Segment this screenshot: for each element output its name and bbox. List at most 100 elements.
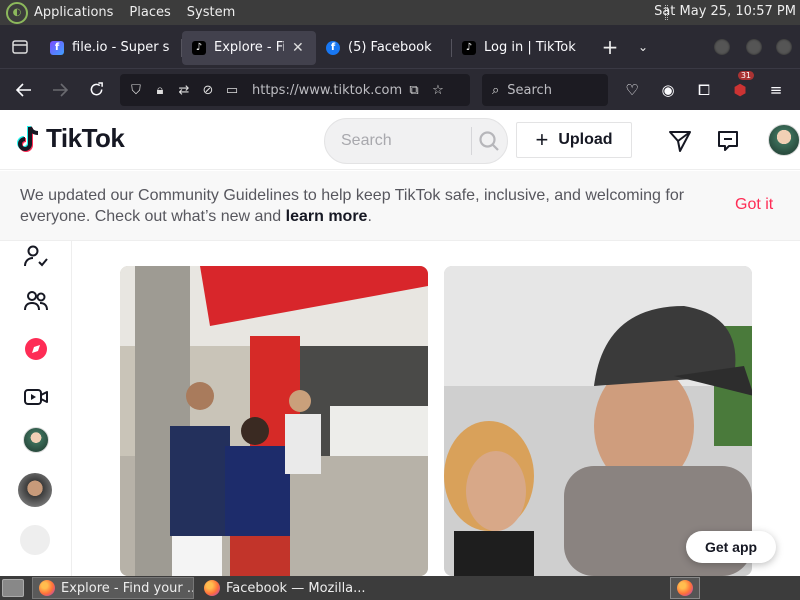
logo-text: TikTok	[46, 123, 125, 153]
video-thumbnail	[444, 266, 752, 576]
person-follow-icon	[24, 245, 48, 267]
get-app-button[interactable]: Get app	[686, 531, 776, 563]
sidebar-nav	[0, 241, 72, 576]
got-it-button[interactable]: Got it	[735, 196, 773, 214]
banner-suffix: .	[367, 208, 372, 225]
ublock-badge: 31	[737, 71, 754, 80]
pocket-button[interactable]: ♡	[614, 74, 650, 106]
facebook-icon: f	[326, 40, 340, 55]
navigation-toolbar: ⛉ 🔒︎ ⇄ ⊘ ▭ https://www.tiktok.com ⧉ ☆ ⌕ …	[0, 68, 800, 110]
hamburger-icon: ≡	[769, 81, 783, 99]
tiktok-search-button[interactable]	[472, 130, 507, 152]
workspace-switcher[interactable]	[670, 577, 700, 599]
tab-strip: f file.io - Super s ♪ Explore - Find ✕ f…	[0, 25, 800, 68]
sidebar-item-profile[interactable]	[23, 427, 49, 453]
compass-icon	[25, 338, 47, 360]
gnome-menu-icon[interactable]: ◐	[6, 1, 28, 24]
search-bar[interactable]: ⌕ Search	[482, 74, 608, 106]
close-window-icon[interactable]	[776, 39, 792, 55]
shield-icon[interactable]: ⛉	[124, 83, 148, 98]
fileio-icon: f	[50, 40, 64, 55]
bookmark-star-icon[interactable]: ☆	[426, 83, 450, 98]
video-card[interactable]	[120, 266, 428, 576]
maximize-window-icon[interactable]	[746, 39, 762, 55]
tracking-blocked-icon[interactable]: ⊘	[196, 83, 220, 98]
sidebar-item-explore[interactable]	[20, 333, 52, 365]
extensions-button[interactable]: ⧠	[686, 74, 722, 106]
places-menu[interactable]: Places	[129, 5, 170, 20]
tab-fileio[interactable]: f file.io - Super s	[40, 31, 182, 65]
list-all-tabs-button[interactable]: ⌄	[628, 40, 658, 54]
new-tab-button[interactable]: +	[592, 35, 628, 59]
toolbar-icons: ♡ ◉ ⧠ ⬢ 31 ≡	[614, 71, 794, 106]
ublock-icon: ⬢	[733, 81, 747, 99]
forward-arrow-icon	[53, 82, 68, 97]
lock-icon[interactable]: 🔒︎	[148, 83, 172, 98]
firefox-icon	[39, 580, 55, 596]
reload-button[interactable]	[78, 74, 114, 106]
tab-explore-tiktok[interactable]: ♪ Explore - Find ✕	[182, 30, 316, 65]
tiktok-search-input[interactable]	[341, 132, 471, 150]
firefox-view-button[interactable]	[0, 25, 40, 68]
more-accounts-avatar[interactable]	[20, 525, 50, 555]
live-video-icon	[24, 389, 48, 405]
url-text[interactable]: https://www.tiktok.com	[252, 83, 402, 98]
back-button[interactable]	[6, 74, 42, 106]
friends-icon	[24, 291, 48, 311]
search-icon	[479, 131, 500, 151]
paper-plane-icon	[669, 131, 691, 152]
video-thumbnail	[120, 266, 428, 576]
minimize-window-icon[interactable]	[714, 39, 730, 55]
tab-tiktok-login[interactable]: ♪ Log in | TikTok	[452, 31, 592, 65]
search-placeholder: Search	[507, 82, 552, 98]
clock[interactable]: Sat May 25, 10:57 PM	[654, 4, 796, 19]
tab-facebook[interactable]: f (5) Facebook	[316, 31, 452, 65]
banner-message: We updated our Community Guidelines to h…	[20, 185, 720, 227]
sidebar-item-friends[interactable]	[20, 285, 52, 317]
upload-label: Upload	[558, 131, 613, 148]
suggested-account-avatar[interactable]	[18, 473, 52, 507]
upload-button[interactable]: + Upload	[516, 122, 632, 158]
tab-title: Explore - Find	[214, 40, 284, 55]
puzzle-icon: ⧠	[697, 81, 710, 99]
permissions-icon[interactable]: ⇄	[172, 83, 196, 98]
plus-icon: +	[535, 127, 549, 152]
account-icon: ◉	[661, 81, 675, 99]
close-tab-icon[interactable]: ✕	[292, 40, 304, 56]
back-arrow-icon	[16, 82, 31, 97]
community-guidelines-banner: We updated our Community Guidelines to h…	[0, 171, 800, 241]
search-icon: ⌕	[492, 82, 500, 98]
tiktok-logo[interactable]: TikTok	[16, 123, 125, 154]
picture-in-picture-icon[interactable]: ⧉	[402, 83, 426, 98]
applications-menu[interactable]: Applications	[34, 5, 113, 20]
address-bar[interactable]: ⛉ 🔒︎ ⇄ ⊘ ▭ https://www.tiktok.com ⧉ ☆	[120, 74, 470, 106]
sidebar-item-live[interactable]	[20, 381, 52, 413]
profile-avatar[interactable]	[768, 124, 800, 156]
taskbar-item-explore[interactable]: Explore - Find your ...	[32, 577, 194, 599]
reload-icon	[90, 82, 103, 96]
system-menu[interactable]: System	[187, 5, 235, 20]
taskbar-item-facebook[interactable]: Facebook — Mozilla...	[198, 577, 370, 599]
sidebar-item-following[interactable]	[20, 241, 52, 273]
tiktok-search-box	[324, 118, 508, 164]
reader-icon[interactable]: ▭	[220, 83, 244, 98]
tab-title: (5) Facebook	[348, 40, 432, 55]
video-card[interactable]	[444, 266, 752, 576]
learn-more-link[interactable]: learn more	[286, 208, 368, 225]
messages-button[interactable]	[667, 128, 693, 154]
ublock-button[interactable]: ⬢ 31	[722, 71, 758, 106]
tiktok-page: TikTok + Upload We updated our Community…	[0, 110, 800, 576]
inbox-icon	[718, 131, 738, 151]
tiktok-icon: ♪	[192, 40, 206, 55]
show-desktop-icon[interactable]	[2, 579, 24, 597]
account-button[interactable]: ◉	[650, 74, 686, 106]
app-menu-button[interactable]: ≡	[758, 74, 794, 106]
tab-title: file.io - Super s	[72, 40, 170, 55]
inbox-button[interactable]	[715, 128, 741, 154]
tab-title: Log in | TikTok	[484, 40, 576, 55]
tiktok-header: TikTok + Upload	[0, 110, 800, 170]
firefox-icon	[677, 580, 693, 596]
tiktok-note-icon	[17, 125, 39, 152]
tiktok-icon: ♪	[462, 40, 476, 55]
forward-button[interactable]	[42, 74, 78, 106]
